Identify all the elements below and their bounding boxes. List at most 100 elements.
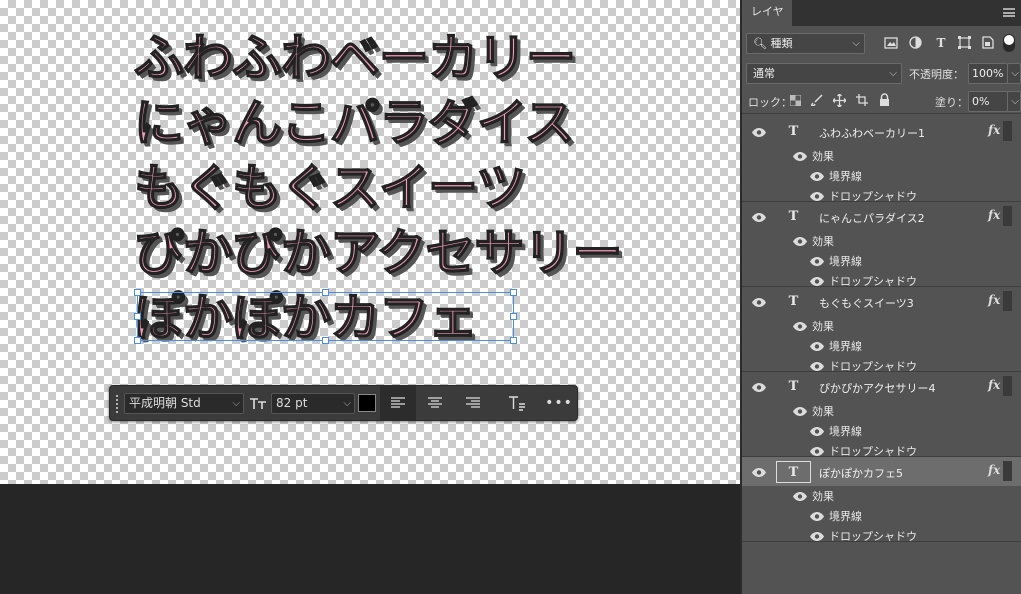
- eye-icon[interactable]: [752, 383, 766, 392]
- filter-adjustment-icon[interactable]: [909, 36, 922, 49]
- eye-icon[interactable]: [793, 492, 807, 501]
- scrollbar-segment[interactable]: [1003, 291, 1012, 311]
- eye-icon[interactable]: [752, 468, 766, 477]
- eye-icon[interactable]: [810, 192, 824, 201]
- pasteboard: [0, 484, 740, 594]
- layer-name: ふわふわベーカリー1: [819, 127, 925, 140]
- eye-icon[interactable]: [793, 237, 807, 246]
- eye-icon[interactable]: [793, 407, 807, 416]
- layer-name: にゃんこパラダイス2: [819, 212, 925, 225]
- canvas-text-line-1[interactable]: ふわふわベーカリー: [133, 28, 577, 88]
- filter-smartobject-icon[interactable]: [982, 36, 994, 49]
- layer-row-4[interactable]: T ぴかぴかアクセサリー4 fx ^ 効果 境界線 ドロップシャドウ: [742, 372, 1021, 458]
- effects-label: 効果: [812, 150, 834, 163]
- lock-all-icon[interactable]: [879, 93, 890, 106]
- eye-icon[interactable]: [752, 128, 766, 137]
- eye-icon[interactable]: [752, 298, 766, 307]
- transform-handle-br[interactable]: [510, 337, 517, 344]
- more-options-button[interactable]: •••: [541, 386, 577, 420]
- fx-icon[interactable]: fx: [988, 293, 1000, 307]
- canvas-text-line-2[interactable]: にゃんこパラダイス: [133, 93, 575, 153]
- layer-main[interactable]: T にゃんこパラダイス2 fx ^: [742, 202, 1021, 231]
- fx-icon[interactable]: fx: [988, 208, 1000, 222]
- scrollbar-segment[interactable]: [1003, 376, 1012, 396]
- fill-value: 0%: [972, 95, 990, 108]
- scrollbar-segment[interactable]: [1003, 121, 1012, 141]
- font-size-select[interactable]: 82 pt ⌵: [271, 393, 355, 414]
- canvas-text-line-3[interactable]: もぐもぐスイーツ: [133, 158, 527, 218]
- effects-label: 効果: [812, 235, 834, 248]
- align-right-icon: [466, 397, 480, 408]
- opacity-input[interactable]: 100%: [968, 63, 1008, 84]
- eye-icon[interactable]: [810, 427, 824, 436]
- transform-handle-bl[interactable]: [134, 337, 141, 344]
- tab-layers[interactable]: レイヤー: [742, 0, 792, 42]
- grip-handle-icon[interactable]: [115, 394, 119, 414]
- effects-label: 効果: [812, 405, 834, 418]
- fx-icon[interactable]: fx: [988, 463, 1000, 477]
- eye-icon[interactable]: [793, 152, 807, 161]
- lock-brush-icon[interactable]: [811, 94, 823, 106]
- layer-row-3[interactable]: T もぐもぐスイーツ3 fx ^ 効果 境界線 ドロップシャドウ: [742, 287, 1021, 373]
- transform-handle-bc[interactable]: [322, 337, 329, 344]
- filter-shape-icon[interactable]: [958, 36, 971, 49]
- effect-drop-shadow[interactable]: ドロップシャドウ: [829, 528, 917, 547]
- layer-row-1[interactable]: T ふわふわベーカリー1 fx ^ 効果 境界線 ドロップシャドウ: [742, 117, 1021, 203]
- fx-icon[interactable]: fx: [988, 123, 1000, 137]
- filter-pixel-icon[interactable]: [884, 37, 898, 49]
- eye-icon[interactable]: [810, 447, 824, 456]
- fx-icon[interactable]: fx: [988, 378, 1000, 392]
- layer-main[interactable]: T ぽかぽかカフェ5 fx ^: [742, 457, 1021, 486]
- eye-icon[interactable]: [810, 512, 824, 521]
- layer-main[interactable]: T もぐもぐスイーツ3 fx ^: [742, 287, 1021, 316]
- eye-icon[interactable]: [810, 172, 824, 181]
- layers-scrollbar[interactable]: [1003, 114, 1012, 481]
- lock-move-icon[interactable]: [833, 94, 846, 107]
- layer-filter-select[interactable]: 🔍︎ 種類 ⌵: [746, 33, 865, 54]
- layer-main[interactable]: T ぴかぴかアクセサリー4 fx ^: [742, 372, 1021, 401]
- contextual-task-bar: 平成明朝 Std ⌵ 82 pt ⌵ •••: [109, 385, 578, 421]
- eye-icon[interactable]: [810, 532, 824, 541]
- canvas-text-line-4[interactable]: ぴかぴかアクセサリー: [133, 223, 623, 283]
- layer-row-5[interactable]: T ぽかぽかカフェ5 fx ^ 効果 境界線 ドロップシャドウ: [742, 457, 1021, 543]
- opacity-dropdown[interactable]: ⌵: [1007, 63, 1021, 84]
- font-family-select[interactable]: 平成明朝 Std ⌵: [124, 393, 244, 414]
- filter-type-icon[interactable]: T: [934, 36, 948, 50]
- eye-icon[interactable]: [793, 322, 807, 331]
- text-layer-thumbnail: T: [788, 209, 799, 224]
- lock-artboard-icon[interactable]: [856, 94, 868, 106]
- effect-stroke[interactable]: 境界線: [829, 338, 862, 357]
- scrollbar-segment[interactable]: [1003, 461, 1012, 481]
- lock-transparent-icon[interactable]: [790, 95, 801, 106]
- filter-toggle[interactable]: [1003, 34, 1015, 52]
- fill-dropdown[interactable]: ⌵: [1007, 91, 1021, 112]
- layer-main[interactable]: T ふわふわベーカリー1 fx ^: [742, 117, 1021, 146]
- effect-stroke[interactable]: 境界線: [829, 253, 862, 272]
- layer-row-2[interactable]: T にゃんこパラダイス2 fx ^ 効果 境界線 ドロップシャドウ: [742, 202, 1021, 288]
- align-left-button[interactable]: [380, 386, 416, 420]
- eye-icon[interactable]: [810, 342, 824, 351]
- transform-handle-tr[interactable]: [510, 289, 517, 296]
- align-center-button[interactable]: [417, 386, 453, 420]
- transform-handle-ml[interactable]: [134, 313, 141, 320]
- panel-menu-icon[interactable]: [1003, 8, 1015, 17]
- text-layer-thumbnail: T: [788, 124, 799, 139]
- eye-icon[interactable]: [810, 362, 824, 371]
- text-color-swatch[interactable]: [358, 394, 376, 412]
- transform-handle-tl[interactable]: [134, 289, 141, 296]
- scrollbar-segment[interactable]: [1003, 206, 1012, 226]
- eye-icon[interactable]: [810, 277, 824, 286]
- blend-mode-select[interactable]: 通常 ⌵: [746, 63, 902, 84]
- transform-handle-mr[interactable]: [510, 313, 517, 320]
- effect-stroke[interactable]: 境界線: [829, 423, 862, 442]
- eye-icon[interactable]: [752, 213, 766, 222]
- chevron-down-icon: ⌵: [1011, 68, 1019, 79]
- text-options-button[interactable]: [499, 386, 535, 420]
- transform-bounding-box[interactable]: [134, 289, 517, 344]
- align-right-button[interactable]: [455, 386, 491, 420]
- fill-input[interactable]: 0%: [968, 91, 1008, 112]
- transform-handle-tc[interactable]: [322, 289, 329, 296]
- effect-stroke[interactable]: 境界線: [829, 508, 862, 527]
- eye-icon[interactable]: [810, 257, 824, 266]
- effect-stroke[interactable]: 境界線: [829, 168, 862, 187]
